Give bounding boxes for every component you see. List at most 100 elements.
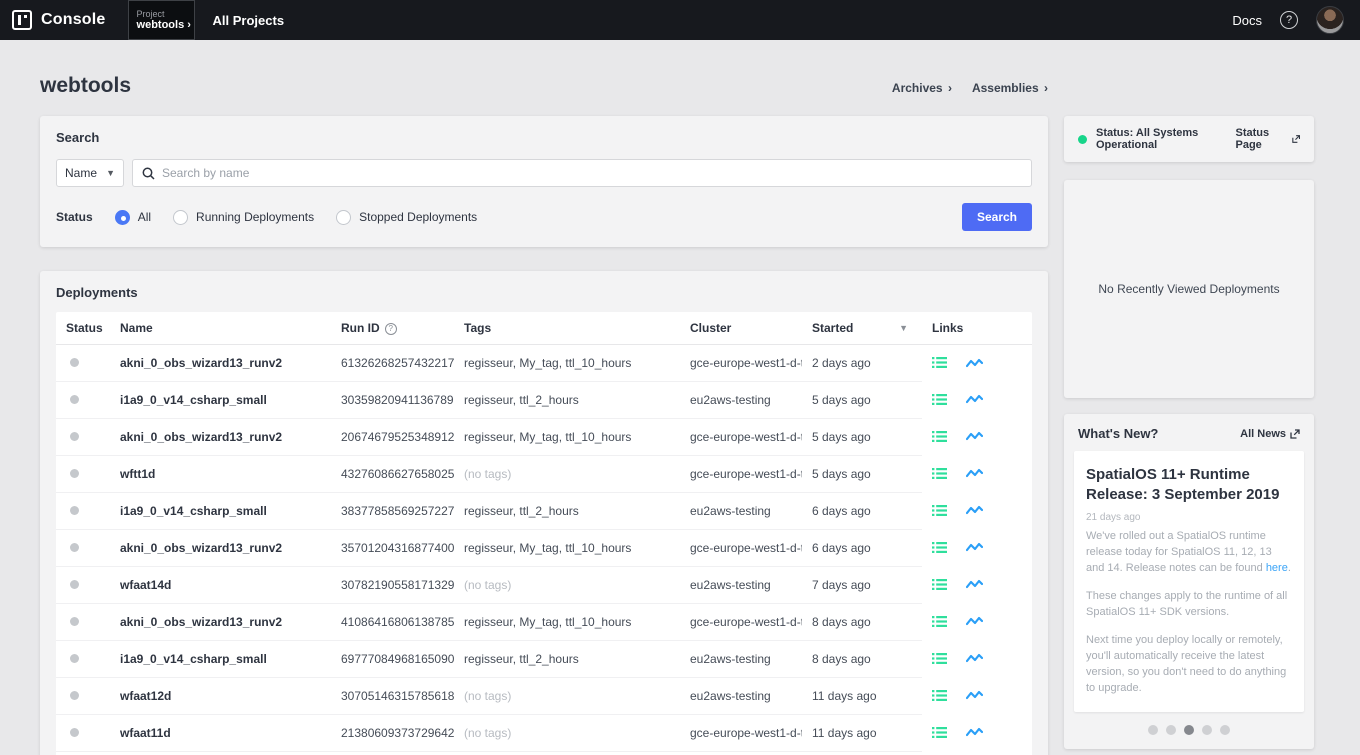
deployment-name[interactable]: wfaat11d	[110, 715, 331, 752]
whats-new-heading: What's New?	[1078, 426, 1158, 441]
docs-link[interactable]: Docs	[1232, 13, 1262, 28]
deployment-started: 6 days ago	[802, 530, 922, 567]
radio-all[interactable]: All	[115, 210, 151, 225]
logs-list-icon[interactable]	[932, 726, 947, 739]
logs-list-icon[interactable]	[932, 504, 947, 517]
deployment-tags: regisseur, My_tag, ttl_10_hours	[454, 419, 680, 456]
deployment-name[interactable]: akni_0_obs_wizard13_runv2	[110, 345, 331, 382]
metrics-chart-icon[interactable]	[966, 467, 983, 479]
deployment-status-dot	[70, 395, 79, 404]
help-circle-icon[interactable]: ?	[385, 323, 397, 335]
page-title: webtools	[40, 74, 131, 98]
metrics-chart-icon[interactable]	[966, 726, 983, 738]
table-row[interactable]: wftt1d 432760866276580251 (no tags) gce-…	[56, 456, 1032, 493]
search-field-select[interactable]: Name ▼	[56, 159, 124, 187]
table-row[interactable]: i1a9_0_v14_csharp_small 3035982094113678…	[56, 382, 1032, 419]
deployment-run-id: 3570120431687740049	[331, 530, 454, 567]
col-started[interactable]: Started▼	[802, 312, 922, 345]
deployment-name[interactable]: akni_0_obs_wizard13_runv2	[110, 530, 331, 567]
deployment-name[interactable]: i1a9_0_v14_csharp_small	[110, 641, 331, 678]
radio-running[interactable]: Running Deployments	[173, 210, 314, 225]
deployment-name[interactable]: wfaat11d	[110, 752, 331, 755]
search-input[interactable]	[162, 166, 1022, 180]
status-page-link[interactable]: Status Page	[1236, 127, 1301, 151]
deployment-status-dot	[70, 543, 79, 552]
col-name[interactable]: Name	[110, 312, 331, 345]
col-tags: Tags	[454, 312, 680, 345]
metrics-chart-icon[interactable]	[966, 652, 983, 664]
metrics-chart-icon[interactable]	[966, 430, 983, 442]
deployment-name[interactable]: akni_0_obs_wizard13_runv2	[110, 604, 331, 641]
logs-list-icon[interactable]	[932, 467, 947, 480]
status-filter-label: Status	[56, 210, 93, 224]
whats-new-card: What's New? All News SpatialOS 11+ Runti…	[1064, 414, 1314, 749]
logs-list-icon[interactable]	[932, 393, 947, 406]
table-row[interactable]: i1a9_0_v14_csharp_small 3837785856925722…	[56, 493, 1032, 530]
deployment-tags: (no tags)	[454, 752, 680, 755]
logs-list-icon[interactable]	[932, 652, 947, 665]
logs-list-icon[interactable]	[932, 541, 947, 554]
archives-link[interactable]: Archives ›	[892, 81, 952, 95]
logs-list-icon[interactable]	[932, 578, 947, 591]
carousel-dot[interactable]	[1220, 725, 1230, 735]
deployment-run-id: 613262682574322179	[331, 345, 454, 382]
carousel-dot[interactable]	[1202, 725, 1212, 735]
deployment-name[interactable]: wfaat14d	[110, 567, 331, 604]
deployment-status-dot	[70, 469, 79, 478]
table-row[interactable]: akni_0_obs_wizard13_runv2 35701204316877…	[56, 530, 1032, 567]
system-status-card: Status: All Systems Operational Status P…	[1064, 116, 1314, 162]
deployments-card: Deployments Status Name Run ID? Tags	[40, 271, 1048, 755]
deployment-name[interactable]: i1a9_0_v14_csharp_small	[110, 493, 331, 530]
deployment-name[interactable]: i1a9_0_v14_csharp_small	[110, 382, 331, 419]
nav-all-projects[interactable]: All Projects	[195, 0, 303, 40]
metrics-chart-icon[interactable]	[966, 615, 983, 627]
deployment-cluster: eu2aws-testing	[680, 678, 802, 715]
top-nav: Console Project webtools › All Projects …	[0, 0, 1360, 40]
table-row[interactable]: i1a9_0_v14_csharp_small 6977708496816509…	[56, 641, 1032, 678]
carousel-dot[interactable]	[1148, 725, 1158, 735]
metrics-chart-icon[interactable]	[966, 689, 983, 701]
deployment-name[interactable]: wftt1d	[110, 456, 331, 493]
deployment-tags: regisseur, ttl_2_hours	[454, 641, 680, 678]
table-row[interactable]: akni_0_obs_wizard13_runv2 20674679525348…	[56, 419, 1032, 456]
deployment-name[interactable]: wfaat12d	[110, 678, 331, 715]
news-article: SpatialOS 11+ Runtime Release: 3 Septemb…	[1074, 451, 1304, 712]
brand[interactable]: Console	[0, 0, 128, 40]
metrics-chart-icon[interactable]	[966, 578, 983, 590]
deployment-tags: regisseur, My_tag, ttl_10_hours	[454, 604, 680, 641]
release-notes-link[interactable]: here	[1266, 562, 1288, 574]
sort-caret-icon[interactable]: ▼	[899, 323, 908, 333]
avatar[interactable]	[1316, 6, 1344, 34]
assemblies-link[interactable]: Assemblies ›	[972, 81, 1048, 95]
deployment-tags: regisseur, My_tag, ttl_10_hours	[454, 345, 680, 382]
table-row[interactable]: wfaat11d 4346087272485652708 (no tags) g…	[56, 752, 1032, 755]
table-row[interactable]: wfaat14d 3078219055817132923 (no tags) e…	[56, 567, 1032, 604]
article-title: SpatialOS 11+ Runtime Release: 3 Septemb…	[1086, 465, 1292, 504]
all-news-link[interactable]: All News	[1240, 428, 1300, 440]
deployment-run-id: 4108641680613878547	[331, 604, 454, 641]
table-row[interactable]: akni_0_obs_wizard13_runv2 61326268257432…	[56, 345, 1032, 382]
search-button[interactable]: Search	[962, 203, 1032, 231]
table-row[interactable]: wfaat11d 2138060937372964241 (no tags) g…	[56, 715, 1032, 752]
radio-stopped[interactable]: Stopped Deployments	[336, 210, 477, 225]
deployment-run-id: 3035982094113678967	[331, 382, 454, 419]
logs-list-icon[interactable]	[932, 615, 947, 628]
help-icon[interactable]: ?	[1280, 11, 1298, 29]
metrics-chart-icon[interactable]	[966, 504, 983, 516]
table-row[interactable]: wfaat12d 3070514631578561818 (no tags) e…	[56, 678, 1032, 715]
carousel-dot[interactable]	[1184, 725, 1194, 735]
metrics-chart-icon[interactable]	[966, 357, 983, 369]
deployment-started: 5 days ago	[802, 456, 922, 493]
deployment-name[interactable]: akni_0_obs_wizard13_runv2	[110, 419, 331, 456]
deployment-cluster: eu2aws-testing	[680, 641, 802, 678]
logs-list-icon[interactable]	[932, 689, 947, 702]
logs-list-icon[interactable]	[932, 430, 947, 443]
logs-list-icon[interactable]	[932, 356, 947, 369]
metrics-chart-icon[interactable]	[966, 393, 983, 405]
project-switcher[interactable]: Project webtools ›	[128, 0, 195, 40]
metrics-chart-icon[interactable]	[966, 541, 983, 553]
recent-empty-text: No Recently Viewed Deployments	[1098, 282, 1279, 296]
table-row[interactable]: akni_0_obs_wizard13_runv2 41086416806138…	[56, 604, 1032, 641]
chevron-down-icon: ▼	[106, 168, 115, 178]
carousel-dot[interactable]	[1166, 725, 1176, 735]
